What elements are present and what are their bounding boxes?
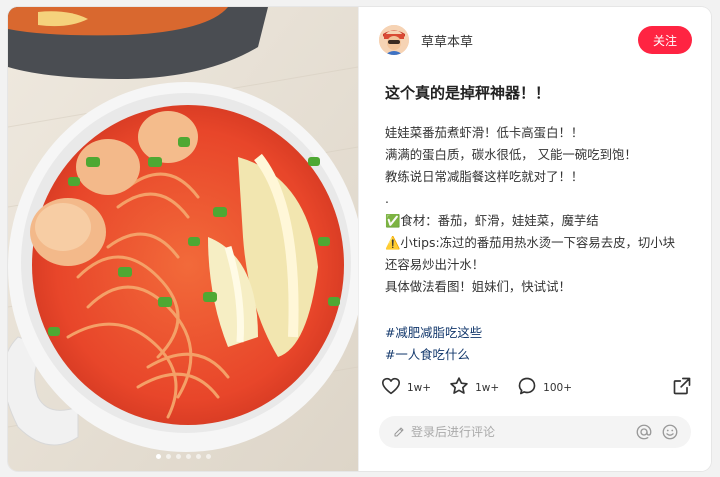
- post-line: .: [385, 191, 389, 206]
- gallery-dot[interactable]: [185, 454, 191, 459]
- share-button[interactable]: [672, 376, 692, 400]
- comment-box[interactable]: [379, 416, 691, 448]
- heart-icon: [381, 377, 401, 399]
- gallery-dot[interactable]: [155, 454, 161, 459]
- collect-button[interactable]: 1w+: [449, 376, 499, 400]
- post-title: 这个真的是掉秤神器！！: [385, 84, 551, 102]
- post-line: ✅食材：番茄，虾滑，娃娃菜，魔芋结: [385, 213, 599, 228]
- gallery-dot[interactable]: [195, 454, 201, 459]
- food-image: [8, 7, 358, 471]
- post-card: 草草本草 关注 这个真的是掉秤神器！！ 娃娃菜番茄煮虾滑！低卡高蛋白！！ 满满的…: [8, 7, 711, 471]
- post-line: 具体做法看图！姐妹们，快试试！: [385, 279, 571, 294]
- post-photo[interactable]: [8, 7, 358, 471]
- comment-count: 100+: [543, 382, 572, 394]
- post-line: 满满的蛋白质，碳水很低， 又能一碗吃到饱！: [385, 147, 637, 162]
- star-icon: [449, 376, 469, 400]
- engagement-bar: 1w+ 1w+ 100+: [381, 375, 692, 401]
- comment-input[interactable]: [409, 424, 613, 440]
- like-count: 1w+: [407, 382, 432, 394]
- at-icon[interactable]: [635, 423, 653, 441]
- hashtag-link[interactable]: #一人食吃什么: [385, 344, 482, 366]
- gallery-dot[interactable]: [205, 454, 211, 459]
- hashtag-link[interactable]: #减肥减脂吃这些: [385, 322, 482, 344]
- post-body: 娃娃菜番茄煮虾滑！低卡高蛋白！！ 满满的蛋白质，碳水很低， 又能一碗吃到饱！ 教…: [385, 122, 696, 298]
- like-button[interactable]: 1w+: [381, 377, 431, 399]
- author-name[interactable]: 草草本草: [421, 31, 473, 50]
- gallery-dot[interactable]: [175, 454, 181, 459]
- avatar[interactable]: [379, 25, 409, 55]
- author-header: 草草本草 关注: [379, 24, 692, 56]
- comment-bubble-icon: [517, 376, 537, 400]
- comment-button[interactable]: 100+: [517, 376, 572, 400]
- gallery-dot[interactable]: [165, 454, 171, 459]
- follow-button[interactable]: 关注: [638, 26, 692, 54]
- smiley-icon[interactable]: [661, 423, 679, 441]
- pencil-icon: [393, 423, 405, 442]
- post-line: 娃娃菜番茄煮虾滑！低卡高蛋白！！: [385, 125, 584, 140]
- post-line: 还容易炒出汁水！: [385, 257, 485, 272]
- gallery-pagination: [8, 454, 358, 459]
- post-line: 教练说日常减脂餐这样吃就对了！！: [385, 169, 584, 184]
- post-line: ⚠️小tips:冻过的番茄用热水烫一下容易去皮，切小块: [385, 235, 676, 250]
- post-detail-panel: 草草本草 关注 这个真的是掉秤神器！！ 娃娃菜番茄煮虾滑！低卡高蛋白！！ 满满的…: [358, 7, 711, 471]
- post-tags: #减肥减脂吃这些 #一人食吃什么: [385, 322, 482, 366]
- share-icon: [672, 377, 692, 400]
- collect-count: 1w+: [475, 382, 500, 394]
